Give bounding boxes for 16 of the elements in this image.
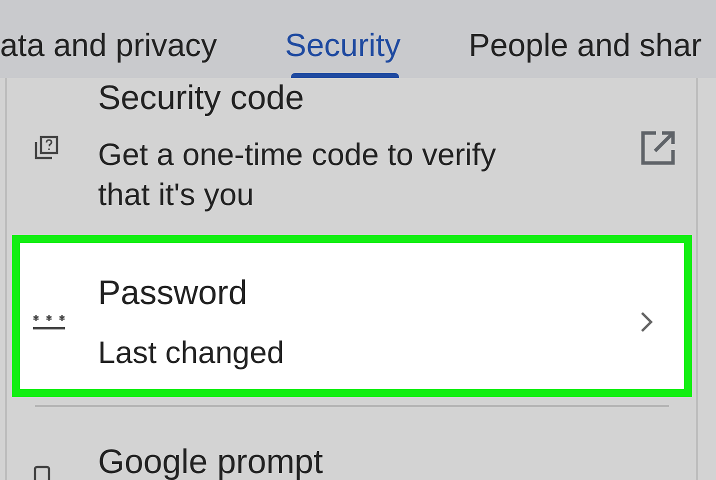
tab[interactable]: ata and privacy — [0, 27, 222, 78]
settings-item[interactable]: Password Last changed — [12, 235, 692, 397]
chevron-right-icon — [640, 311, 654, 333]
tab[interactable]: Security — [281, 27, 405, 78]
item-title: Password — [98, 273, 248, 314]
settings-item[interactable]: Google prompt — [7, 407, 696, 480]
external-link-icon[interactable] — [640, 130, 676, 166]
item-title: Google prompt — [98, 442, 324, 480]
item-title: Security code — [98, 80, 305, 116]
tab[interactable]: People and shar — [464, 27, 706, 78]
help-copy-icon — [32, 134, 60, 162]
item-subtitle: Last changed — [98, 334, 286, 372]
phone-icon — [32, 464, 52, 480]
item-subtitle: Get a one-time code to verify that it's you — [98, 136, 498, 214]
settings-item[interactable]: Security code Get a one-time code to verify that it's you — [7, 80, 696, 235]
password-icon — [32, 313, 66, 331]
